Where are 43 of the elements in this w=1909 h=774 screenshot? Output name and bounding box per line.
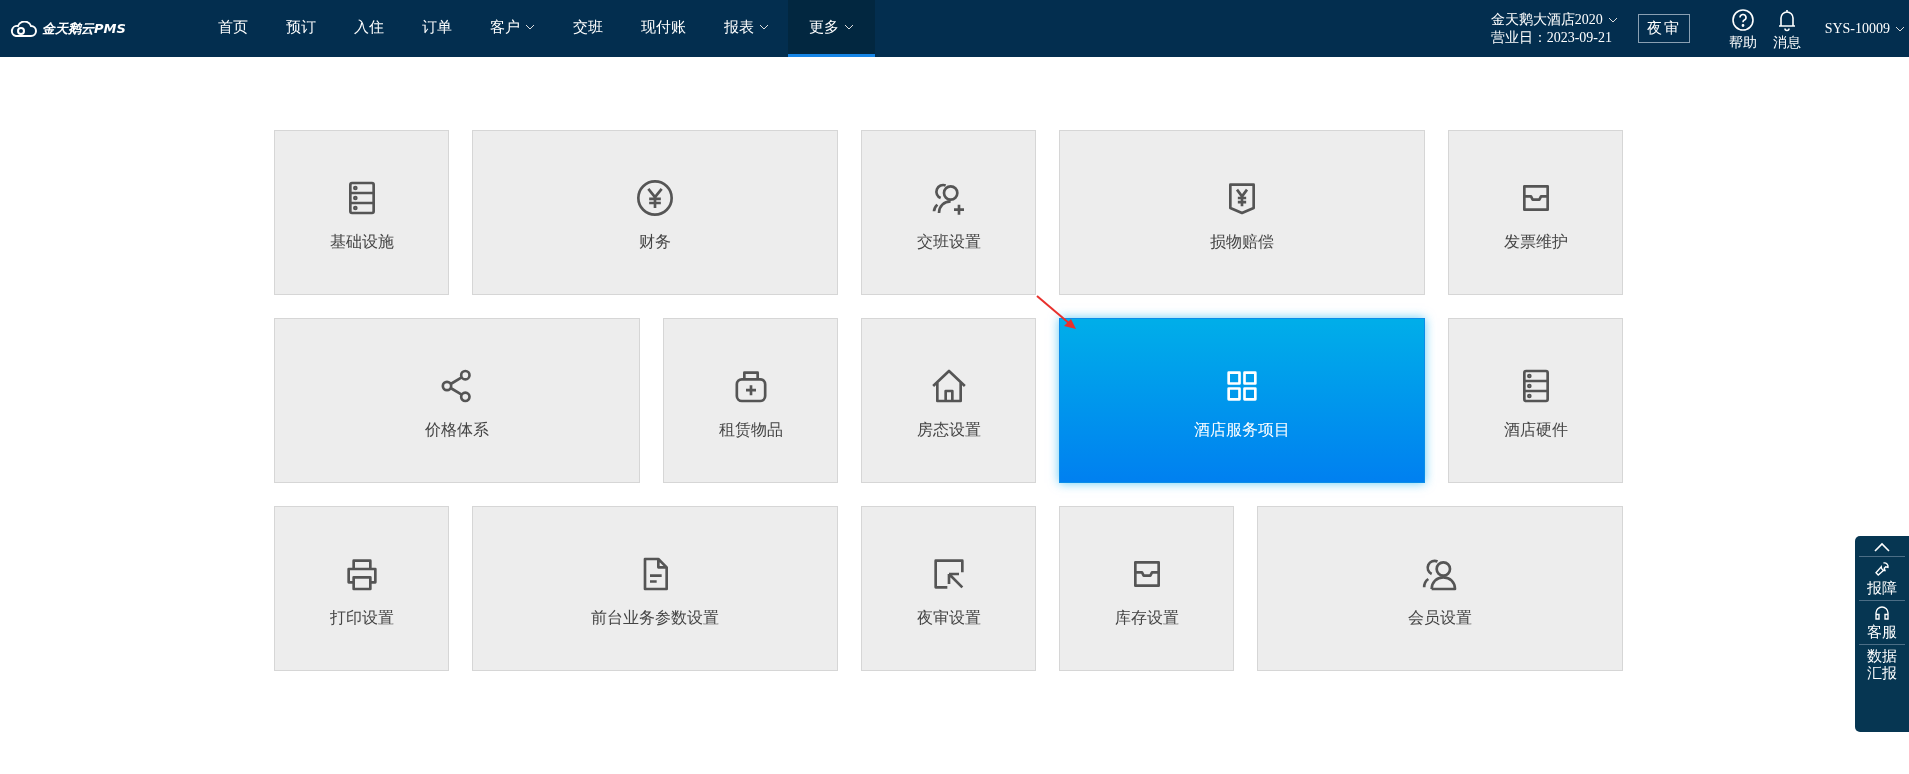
- settings-tile[interactable]: 财务: [472, 130, 838, 295]
- settings-tile[interactable]: 夜审设置: [861, 506, 1036, 671]
- nav-tab[interactable]: 客户: [471, 0, 554, 57]
- chevron-up-icon: [1874, 542, 1890, 552]
- caret-icon: [1895, 25, 1905, 32]
- business-day: 营业日：2023-09-21: [1490, 28, 1618, 47]
- settings-tile[interactable]: 租赁物品: [663, 318, 838, 483]
- help-icon: [1730, 7, 1755, 32]
- settings-tile[interactable]: 价格体系: [274, 318, 640, 483]
- cloud-logo-icon: [9, 20, 37, 37]
- side-panel-item[interactable]: 数据汇报: [1859, 645, 1905, 685]
- collapse-button[interactable]: [1859, 540, 1905, 557]
- settings-tile[interactable]: 基础设施: [274, 130, 449, 295]
- settings-tile[interactable]: 会员设置: [1257, 506, 1623, 671]
- settings-tile[interactable]: 损物赔偿: [1059, 130, 1425, 295]
- side-panel-item[interactable]: 报障: [1859, 557, 1905, 601]
- headphones-icon: [1873, 604, 1891, 622]
- night-audit-button[interactable]: 夜审: [1637, 14, 1690, 43]
- settings-tile[interactable]: 库存设置: [1059, 506, 1234, 671]
- nav-tab[interactable]: 首页: [199, 0, 267, 57]
- settings-tile[interactable]: 前台业务参数设置: [472, 506, 838, 671]
- settings-tile[interactable]: 发票维护: [1448, 130, 1623, 295]
- nav-tab[interactable]: 更多: [788, 0, 875, 57]
- nav-tab[interactable]: 预订: [267, 0, 335, 57]
- nav-tab[interactable]: 现付账: [622, 0, 705, 57]
- settings-tile[interactable]: 打印设置: [274, 506, 449, 671]
- yen-coin-icon: [635, 178, 675, 218]
- messages-button[interactable]: 消息: [1766, 5, 1807, 52]
- nav-tab[interactable]: 订单: [403, 0, 471, 57]
- hotel-selector[interactable]: 金天鹅大酒店2020: [1490, 10, 1618, 29]
- help-button[interactable]: 帮助: [1722, 5, 1763, 52]
- nav-tab[interactable]: 交班: [554, 0, 622, 57]
- wrench-icon: [1873, 560, 1891, 578]
- settings-tile[interactable]: 交班设置: [861, 130, 1036, 295]
- logo-text: 金天鹅云PMS: [42, 19, 126, 38]
- settings-tile[interactable]: 房态设置: [861, 318, 1036, 483]
- nav-tab[interactable]: 报表: [705, 0, 788, 57]
- settings-tile[interactable]: 酒店硬件: [1448, 318, 1623, 483]
- nav-tab[interactable]: 入住: [335, 0, 403, 57]
- annotation-arrow: [1036, 295, 1078, 331]
- caret-icon: [1607, 16, 1618, 23]
- side-panel-item[interactable]: 客服: [1859, 601, 1905, 645]
- user-menu[interactable]: SYS-10009: [1820, 20, 1909, 37]
